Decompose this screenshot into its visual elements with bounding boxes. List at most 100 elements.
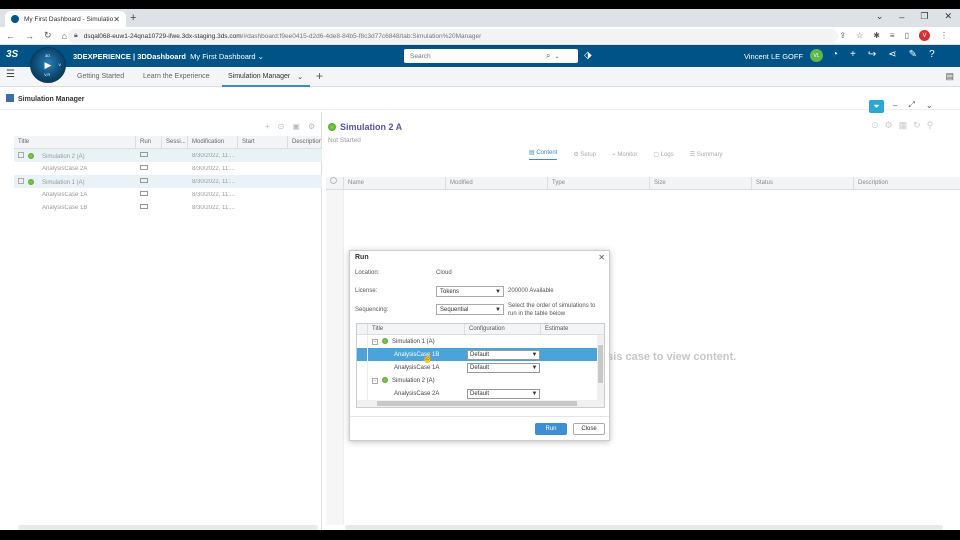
col-size[interactable]: Size	[650, 176, 752, 190]
left-horizontal-scrollbar[interactable]	[18, 525, 318, 530]
col-modification[interactable]: Modification	[188, 135, 238, 149]
configuration-select[interactable]: Default ▼	[467, 362, 540, 373]
play-circle-icon[interactable]: ⊙	[871, 120, 879, 131]
user-avatar[interactable]: VL	[810, 49, 823, 62]
run-icon[interactable]: ⊙	[278, 122, 285, 131]
menu-hamburger-icon[interactable]: ☰	[6, 69, 15, 80]
configure-icon[interactable]: ⚙	[885, 120, 893, 131]
table-row[interactable]: AnalysisCase 1B 8/30/2022, 11:...	[14, 201, 322, 214]
license-select[interactable]: Tokens ▼	[436, 286, 504, 297]
tab-search-icon[interactable]: ⌄	[876, 11, 884, 22]
tab-content[interactable]: ▤ Content	[529, 149, 558, 160]
minimize-icon[interactable]: –	[899, 12, 904, 22]
grid-row[interactable]: AnalysisCase 1A Default ▼	[357, 361, 604, 374]
col-name[interactable]: Name	[344, 176, 446, 190]
grid-row[interactable]: − Simulation 2 (A)	[357, 374, 604, 387]
maximize-widget-icon[interactable]: ⤢	[908, 100, 914, 110]
col-description[interactable]: Description	[288, 135, 322, 149]
search-icon[interactable]: ⌕	[546, 51, 550, 61]
restore-icon[interactable]: ❐	[920, 11, 928, 22]
close-window-icon[interactable]: ✕	[944, 11, 952, 22]
chat-icon[interactable]: ▤	[945, 71, 954, 82]
stop-icon[interactable]: ▣	[292, 122, 300, 131]
add-icon[interactable]: +	[265, 122, 270, 131]
minimize-widget-icon[interactable]: –	[893, 101, 897, 110]
url-field[interactable]: 🔒︎ dsqal068-euw1-24qna10729-ifwe.3dx-sta…	[68, 29, 838, 43]
user-name[interactable]: Vincent LE GOFF	[744, 52, 803, 61]
select-all-cell[interactable]	[326, 176, 344, 190]
configuration-select[interactable]: Default ▼	[467, 349, 540, 360]
col-description[interactable]: Description	[854, 177, 960, 190]
refresh-icon[interactable]: ↻	[913, 120, 921, 131]
scroll-thumb[interactable]	[377, 401, 577, 406]
run-button[interactable]: Run	[535, 423, 567, 435]
extensions-icon[interactable]: ✱	[873, 31, 880, 40]
tag-icon[interactable]: ⬗	[584, 50, 592, 61]
notification-icon[interactable]: ◔	[832, 49, 838, 60]
add-tab-icon[interactable]: +	[316, 69, 323, 83]
help-icon[interactable]: ?	[929, 49, 935, 60]
playlist-icon[interactable]: ≡	[890, 31, 895, 40]
collapse-icon[interactable]: −	[18, 177, 24, 184]
collapse-icon[interactable]: −	[372, 339, 378, 345]
col-type[interactable]: Type	[548, 176, 650, 190]
collapse-icon[interactable]: −	[18, 151, 24, 158]
col-run[interactable]: Run	[136, 135, 162, 149]
configuration-select[interactable]: Default ▼	[467, 388, 540, 399]
filter-button[interactable]: ⏷	[869, 100, 884, 113]
grid-col-estimate[interactable]: Estimate	[541, 324, 599, 335]
grid-row[interactable]: AnalysisCase 2A Default ▼	[357, 387, 604, 400]
table-row[interactable]: AnalysisCase 1A 8/30/2022, 11:...	[14, 188, 322, 201]
widget-menu-chevron-icon[interactable]: ⌄	[926, 101, 933, 110]
tab-simulation-manager[interactable]: Simulation Manager ⌄	[222, 70, 310, 87]
home-icon[interactable]: ⌂	[62, 31, 67, 41]
star-icon[interactable]: ☆	[856, 31, 863, 40]
table-icon[interactable]: ▦	[899, 120, 908, 131]
col-start[interactable]: Start	[238, 135, 288, 149]
grid-row[interactable]: − Simulation 1 (A)	[357, 335, 604, 348]
close-tab-icon[interactable]: ✕	[113, 15, 120, 24]
table-row[interactable]: − Simulation 1 (A) 8/30/2022, 11:...	[14, 175, 322, 188]
grid-col-title[interactable]: Title	[368, 324, 465, 335]
col-title[interactable]: Title	[14, 135, 136, 149]
dashboard-switcher[interactable]: My First Dashboard ⌄	[190, 52, 264, 61]
close-button[interactable]: Close	[573, 423, 605, 435]
tab-monitor[interactable]: ⌁ Monitor	[612, 151, 637, 158]
browser-tab[interactable]: My First Dashboard - Simulation ✕	[5, 11, 126, 27]
compass-icon[interactable]: ▶ 3D V V,R	[30, 47, 66, 83]
grid-row[interactable]: AnalysisCase 1B Default ▼	[357, 348, 604, 361]
grid-horizontal-scrollbar[interactable]	[357, 400, 604, 407]
scroll-thumb[interactable]	[598, 345, 603, 383]
tab-setup[interactable]: ⚙ Setup	[573, 151, 596, 158]
settings-icon[interactable]: ⚙	[308, 122, 315, 131]
search-input[interactable]	[410, 52, 542, 60]
back-icon[interactable]: ←	[6, 31, 15, 41]
new-tab-icon[interactable]: +	[130, 12, 136, 24]
tab-logs[interactable]: ▢ Logs	[653, 151, 673, 158]
sidepanel-icon[interactable]: ▯	[905, 31, 909, 40]
table-row[interactable]: − Simulation 2 (A) 8/30/2022, 11:...	[14, 149, 322, 162]
tab-learn-experience[interactable]: Learn the Experience	[143, 70, 210, 87]
tools-icon[interactable]: ✎	[909, 49, 917, 60]
sequencing-select[interactable]: Sequential ▼	[436, 304, 504, 315]
right-horizontal-scrollbar[interactable]	[345, 525, 943, 530]
reload-icon[interactable]: ↻	[44, 30, 52, 41]
menu-icon[interactable]: ⋮	[940, 31, 948, 40]
network-icon[interactable]: ⋖	[888, 49, 896, 60]
table-row[interactable]: AnalysisCase 2A 8/30/2022, 11:...	[14, 162, 322, 175]
share-arrow-icon[interactable]: ↪	[868, 49, 876, 60]
close-icon[interactable]: ✕	[598, 253, 605, 262]
tab-summary[interactable]: ☰ Summary	[690, 151, 723, 158]
forward-icon[interactable]: →	[25, 31, 34, 41]
search-settings-icon[interactable]: ⚲	[927, 120, 934, 131]
grid-vertical-scrollbar[interactable]	[597, 335, 604, 400]
search-options-icon[interactable]: ⌄	[554, 53, 559, 60]
chevron-down-icon[interactable]: ⌄	[297, 73, 303, 81]
collapse-icon[interactable]: −	[372, 378, 378, 384]
col-status[interactable]: Status	[752, 176, 854, 190]
add-icon[interactable]: +	[850, 49, 856, 60]
grid-col-configuration[interactable]: Configuration	[465, 324, 541, 335]
profile-avatar[interactable]: V	[919, 30, 930, 41]
share-icon[interactable]: ⇪	[839, 31, 846, 40]
tab-getting-started[interactable]: Getting Started	[77, 70, 124, 87]
